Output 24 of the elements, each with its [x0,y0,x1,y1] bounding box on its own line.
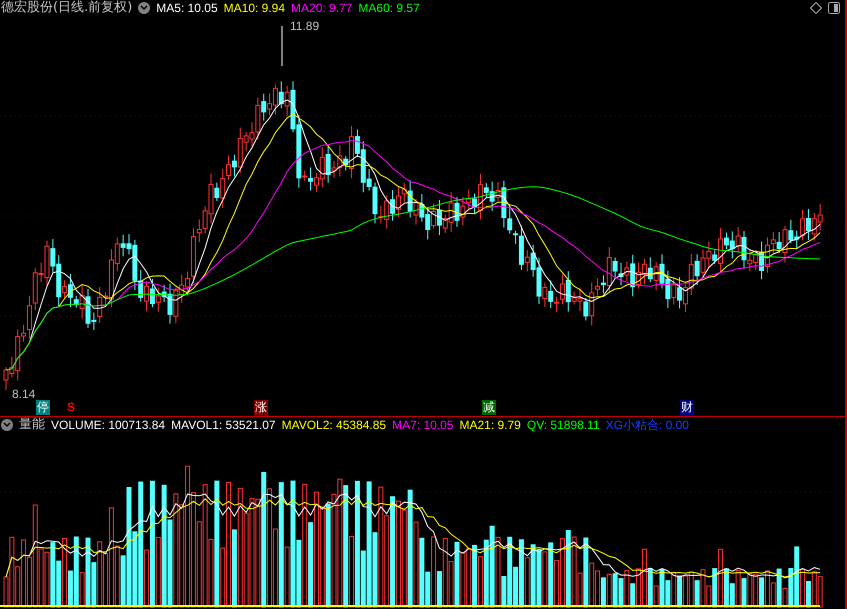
volume-reading: MA21: 9.79 [459,416,521,434]
high-price-label: 11.89 [290,19,320,33]
stock-title: 德宏股份(日线.前复权) [1,0,132,18]
indicator-title: 量能 [19,416,45,434]
volume-reading: MAVOL1: 53521.07 [171,416,276,434]
window-icon[interactable] [828,2,840,14]
dropdown-icon[interactable] [138,2,150,14]
volume-reading: MAVOL2: 45384.85 [282,416,386,434]
ma-reading: MA60: 9.57 [358,0,420,17]
diamond-icon[interactable] [810,2,822,14]
dropdown-icon[interactable] [1,418,13,430]
event-marker[interactable]: 涨 [254,400,268,415]
volume-reading: VOLUME: 100713.84 [51,416,166,434]
ma-reading: MA20: 9.77 [291,0,352,17]
event-marker[interactable]: 减 [482,400,496,415]
event-marker[interactable]: 停 [36,400,50,415]
ma-reading: MA5: 10.05 [156,0,218,17]
event-marker[interactable]: 财 [680,400,694,415]
low-price-label: 8.14 [12,387,36,400]
ma-reading: MA10: 9.94 [224,0,286,17]
volume-reading: MA7: 10.05 [392,416,454,434]
volume-reading: QV: 51898.11 [526,416,600,434]
volume-reading: XG小粘合: 0.00 [606,416,689,434]
event-marker[interactable]: S [66,400,76,415]
